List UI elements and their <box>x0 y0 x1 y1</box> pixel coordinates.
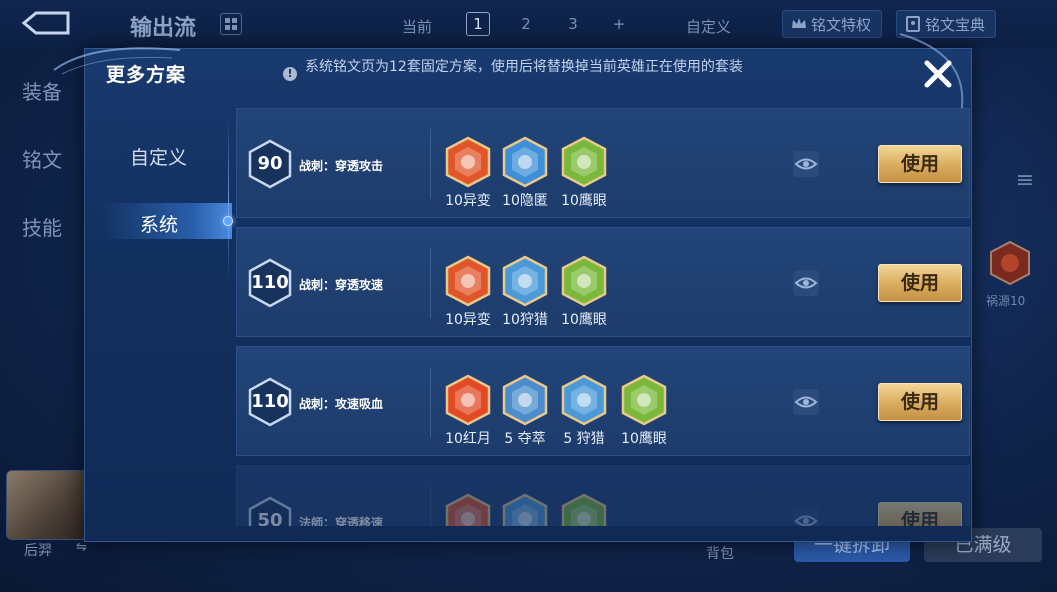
side-tab-equipment[interactable]: 装备 <box>22 76 62 105</box>
preset-name: 战刺：攻速吸血 <box>299 397 384 411</box>
rune-label: 10狩猎 <box>502 312 548 328</box>
modal-title: 更多方案 <box>106 64 187 86</box>
rune-label: 10隐匿 <box>502 193 548 209</box>
eye-icon <box>794 396 818 408</box>
modal-tab-custom[interactable]: 自定义 <box>130 143 187 170</box>
close-icon[interactable] <box>920 56 956 92</box>
page-tab-1[interactable]: 1 <box>466 12 490 36</box>
red-moon-rune-icon[interactable] <box>444 374 492 426</box>
crown-icon <box>792 18 806 28</box>
use-button[interactable]: 使用 <box>878 264 962 302</box>
add-page-button[interactable]: + <box>607 12 631 36</box>
current-label: 当前 <box>402 18 433 36</box>
rune-privilege-label: 铭文特权 <box>811 16 872 34</box>
loadout-title: 输出流 <box>130 16 197 41</box>
preset-row: 90 战刺：穿透攻击 10异变 10隐匿 10鹰眼 使用 <box>236 108 970 218</box>
active-tab-dot <box>223 216 233 226</box>
swap-icon[interactable]: ⇋ <box>76 540 87 555</box>
bg-rune-label: 祸源10 <box>986 294 1026 308</box>
preview-button[interactable] <box>793 508 819 526</box>
preset-row: 50 法師：穿透移速 使用 <box>236 465 970 526</box>
mutation-rune-icon[interactable] <box>444 136 492 188</box>
side-divider <box>228 120 229 280</box>
row-divider <box>430 248 431 318</box>
side-tab-skills[interactable]: 技能 <box>22 212 62 241</box>
preset-level: 90 <box>257 153 283 174</box>
hunt-rune-icon[interactable] <box>560 374 608 426</box>
bag-label[interactable]: 背包 <box>706 543 734 563</box>
hero-name: 后羿 <box>24 543 52 559</box>
hawkeye-rune-icon[interactable] <box>560 493 608 526</box>
bg-rune-icon <box>990 240 1030 286</box>
rune-label: 10鹰眼 <box>621 431 667 447</box>
system-notice: 系统铭文页为12套固定方案，使用后将替换掉当前英雄正在使用的套装 <box>305 59 743 75</box>
hawkeye-rune-icon[interactable] <box>560 255 608 307</box>
stealth-rune-icon[interactable] <box>501 136 549 188</box>
preset-row: 110 战刺：攻速吸血 10红月 5 夺萃 5 狩猎 10鹰眼 使用 <box>236 346 970 456</box>
plunder-rune-icon[interactable] <box>501 374 549 426</box>
rune-label: 10异变 <box>445 312 491 328</box>
preset-list[interactable]: 90 战刺：穿透攻击 10异变 10隐匿 10鹰眼 使用 110 战刺：穿透攻速 10异变 10狩… <box>236 108 972 526</box>
eye-icon <box>794 277 818 289</box>
preview-button[interactable] <box>793 270 819 296</box>
mutation-rune-icon[interactable] <box>444 255 492 307</box>
custom-label[interactable]: 自定义 <box>686 16 731 37</box>
rune-privilege-button[interactable]: 铭文特权 <box>782 10 883 38</box>
row-divider <box>430 486 431 526</box>
preview-button[interactable] <box>793 151 819 177</box>
rune-label: 10红月 <box>445 431 491 447</box>
back-icon[interactable] <box>18 10 74 36</box>
mutation-rune-icon[interactable] <box>444 493 492 526</box>
rune-label: 10异变 <box>445 193 491 209</box>
hero-avatar[interactable] <box>6 470 88 540</box>
use-button[interactable]: 使用 <box>878 145 962 183</box>
rune-label: 10鹰眼 <box>561 312 607 328</box>
side-tab-runes[interactable]: 铭文 <box>22 144 62 173</box>
hunt-rune-icon[interactable] <box>501 493 549 526</box>
hawkeye-rune-icon[interactable] <box>560 136 608 188</box>
grid-icon[interactable] <box>220 13 242 35</box>
use-button[interactable]: 使用 <box>878 383 962 421</box>
page-tab-2[interactable]: 2 <box>514 12 538 36</box>
eye-icon <box>794 158 818 170</box>
rune-label: 5 狩猎 <box>563 431 605 447</box>
preset-level: 110 <box>251 272 289 293</box>
info-icon: ! <box>283 67 297 81</box>
preset-level: 50 <box>257 510 283 526</box>
rune-label: 10鹰眼 <box>561 193 607 209</box>
page-tab-3[interactable]: 3 <box>561 12 585 36</box>
modal-tab-system[interactable]: 系统 <box>140 210 178 237</box>
preset-name: 战刺：穿透攻击 <box>299 159 384 173</box>
row-divider <box>430 367 431 437</box>
preset-name: 法師：穿透移速 <box>299 516 384 526</box>
preset-row: 110 战刺：穿透攻速 10异变 10狩猎 10鹰眼 使用 <box>236 227 970 337</box>
hawkeye-rune-icon[interactable] <box>620 374 668 426</box>
preset-name: 战刺：穿透攻速 <box>299 278 384 292</box>
use-button[interactable]: 使用 <box>878 502 962 526</box>
hunt-rune-icon[interactable] <box>501 255 549 307</box>
preview-button[interactable] <box>793 389 819 415</box>
eye-icon <box>794 515 818 526</box>
row-divider <box>430 129 431 199</box>
preset-level: 110 <box>251 391 289 412</box>
rune-label: 5 夺萃 <box>504 431 546 447</box>
list-menu-icon[interactable]: ≡ <box>1014 168 1036 194</box>
